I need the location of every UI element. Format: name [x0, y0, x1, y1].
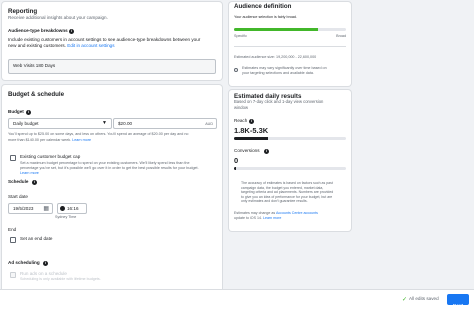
budget-description-1: You'll spend up to $25.00 on some days, …: [8, 132, 189, 136]
ad-schedule-description: Scheduling is only available with lifeti…: [20, 277, 101, 281]
budget-type-select[interactable]: Daily budget ▼: [8, 118, 112, 129]
start-date-picker[interactable]: 19/5/2023 ▦: [8, 203, 53, 214]
gauge-broad-label: Broad: [336, 34, 346, 38]
reach-label: Reach: [234, 118, 248, 123]
estimates-change-note: Estimates may change as Accounts Centre …: [234, 211, 318, 216]
reach-bar-fill: [234, 137, 268, 140]
info-icon: i: [32, 180, 37, 185]
results-subtitle-2: window: [234, 105, 248, 110]
breakdown-label: Audience-type breakdowns: [8, 28, 68, 33]
budget-amount-input[interactable]: $20.00 AUD: [113, 118, 217, 129]
budget-description-2: more than $140.00 per calendar week. Lea…: [8, 138, 91, 143]
info-icon: i: [69, 29, 74, 34]
info-icon: i: [249, 119, 254, 124]
start-time-value: 16:16: [67, 206, 79, 211]
divider: [234, 46, 346, 47]
reach-bar: [234, 137, 346, 140]
timezone-label: Sydney Time: [55, 215, 77, 219]
results-subtitle-1: Based on 7-day click and 1-day view conv…: [234, 99, 324, 104]
audience-note-2: your targeting selections and available …: [242, 71, 314, 75]
check-icon: ✓: [402, 297, 408, 303]
info-icon: i: [26, 110, 31, 115]
budget-learn-more-link[interactable]: Learn more: [72, 138, 91, 142]
end-date-option: Set an end date: [20, 236, 53, 241]
clock-icon: [60, 206, 65, 211]
next-button-label: Next: [453, 303, 463, 308]
start-time-picker[interactable]: 16:16: [57, 203, 87, 214]
estimates-change-text: Estimates may change as: [234, 211, 276, 215]
estimates-change-text-2: update to iOS 14.: [234, 216, 262, 220]
edits-saved-status: All edits saved: [409, 296, 439, 301]
customer-budget-cap-checkbox[interactable]: [10, 155, 16, 161]
conversions-bar-fill: [234, 167, 237, 170]
conversions-bar: [234, 167, 346, 170]
audience-breadth-fill: [234, 28, 318, 31]
estimates-change-note-2: update to iOS 14. Learn more: [234, 216, 281, 221]
custom-audience-value: Web Visits 180 Days: [13, 63, 56, 68]
edit-account-settings-link[interactable]: Edit in account settings: [67, 43, 114, 48]
budget-amount-value: $20.00: [118, 121, 133, 126]
schedule-label: Schedule: [8, 179, 29, 184]
reporting-subtitle: Receive additional insights about your c…: [8, 15, 108, 20]
end-date-checkbox[interactable]: [10, 237, 16, 243]
budget-type-value: Daily budget: [13, 121, 39, 126]
ad-scheduling-label: Ad scheduling: [8, 260, 40, 265]
accounts-centre-link[interactable]: Accounts Centre accounts: [276, 211, 318, 215]
info-icon: i: [264, 149, 269, 154]
estimated-results-card: Estimated daily results Based on 7-day c…: [229, 90, 351, 231]
custom-audience-field[interactable]: Web Visits 180 Days: [8, 59, 216, 74]
budget-description-text: more than $140.00 per calendar week.: [8, 138, 72, 142]
conversions-label: Conversions: [234, 148, 260, 153]
end-label: End: [8, 227, 17, 232]
currency-label: AUD: [205, 122, 213, 126]
start-date-value: 19/5/2023: [13, 206, 34, 211]
audience-definition-card: Audience definition Your audience select…: [229, 2, 351, 86]
audience-size: Estimated audience size: 19,200,000 - 22…: [234, 55, 317, 59]
breakdown-description-2: new and existing customers. Edit in acco…: [8, 43, 115, 49]
reporting-card: Reporting Receive additional insights ab…: [2, 2, 222, 80]
reporting-title: Reporting: [8, 8, 38, 15]
info-circle-icon: [234, 68, 238, 72]
customer-budget-cap-label: Existing customer budget cap: [20, 154, 81, 159]
audience-breadth-gauge: [234, 28, 346, 31]
estimates-learn-more-link[interactable]: Learn more: [263, 216, 281, 220]
start-date-label: Start date: [8, 194, 28, 199]
budget-cap-learn-more-link[interactable]: Learn more: [20, 171, 39, 176]
breakdown-description-text: new and existing customers.: [8, 43, 66, 48]
info-icon: i: [43, 261, 48, 266]
conversions-value: 0: [234, 156, 239, 165]
audience-definition-title: Audience definition: [234, 3, 292, 10]
next-button[interactable]: Next: [447, 294, 469, 308]
chevron-down-icon: ▼: [102, 120, 107, 126]
disclaimer-line: only estimates and don't guarantee resul…: [241, 199, 308, 204]
budget-label: Budget: [8, 109, 24, 114]
reach-value: 1.8K-5.3K: [234, 126, 269, 135]
gauge-specific-label: Specific: [234, 34, 247, 38]
budget-schedule-title: Budget & schedule: [8, 91, 65, 98]
budget-schedule-card: Budget & schedule Budget i Daily budget …: [2, 85, 222, 310]
calendar-icon: ▦: [43, 206, 49, 212]
audience-status: Your audience selection is fairly broad.: [234, 15, 297, 19]
budget-cap-description-2: percentage you've set, but it's possible…: [20, 166, 199, 170]
ad-schedule-checkbox[interactable]: [10, 272, 16, 278]
